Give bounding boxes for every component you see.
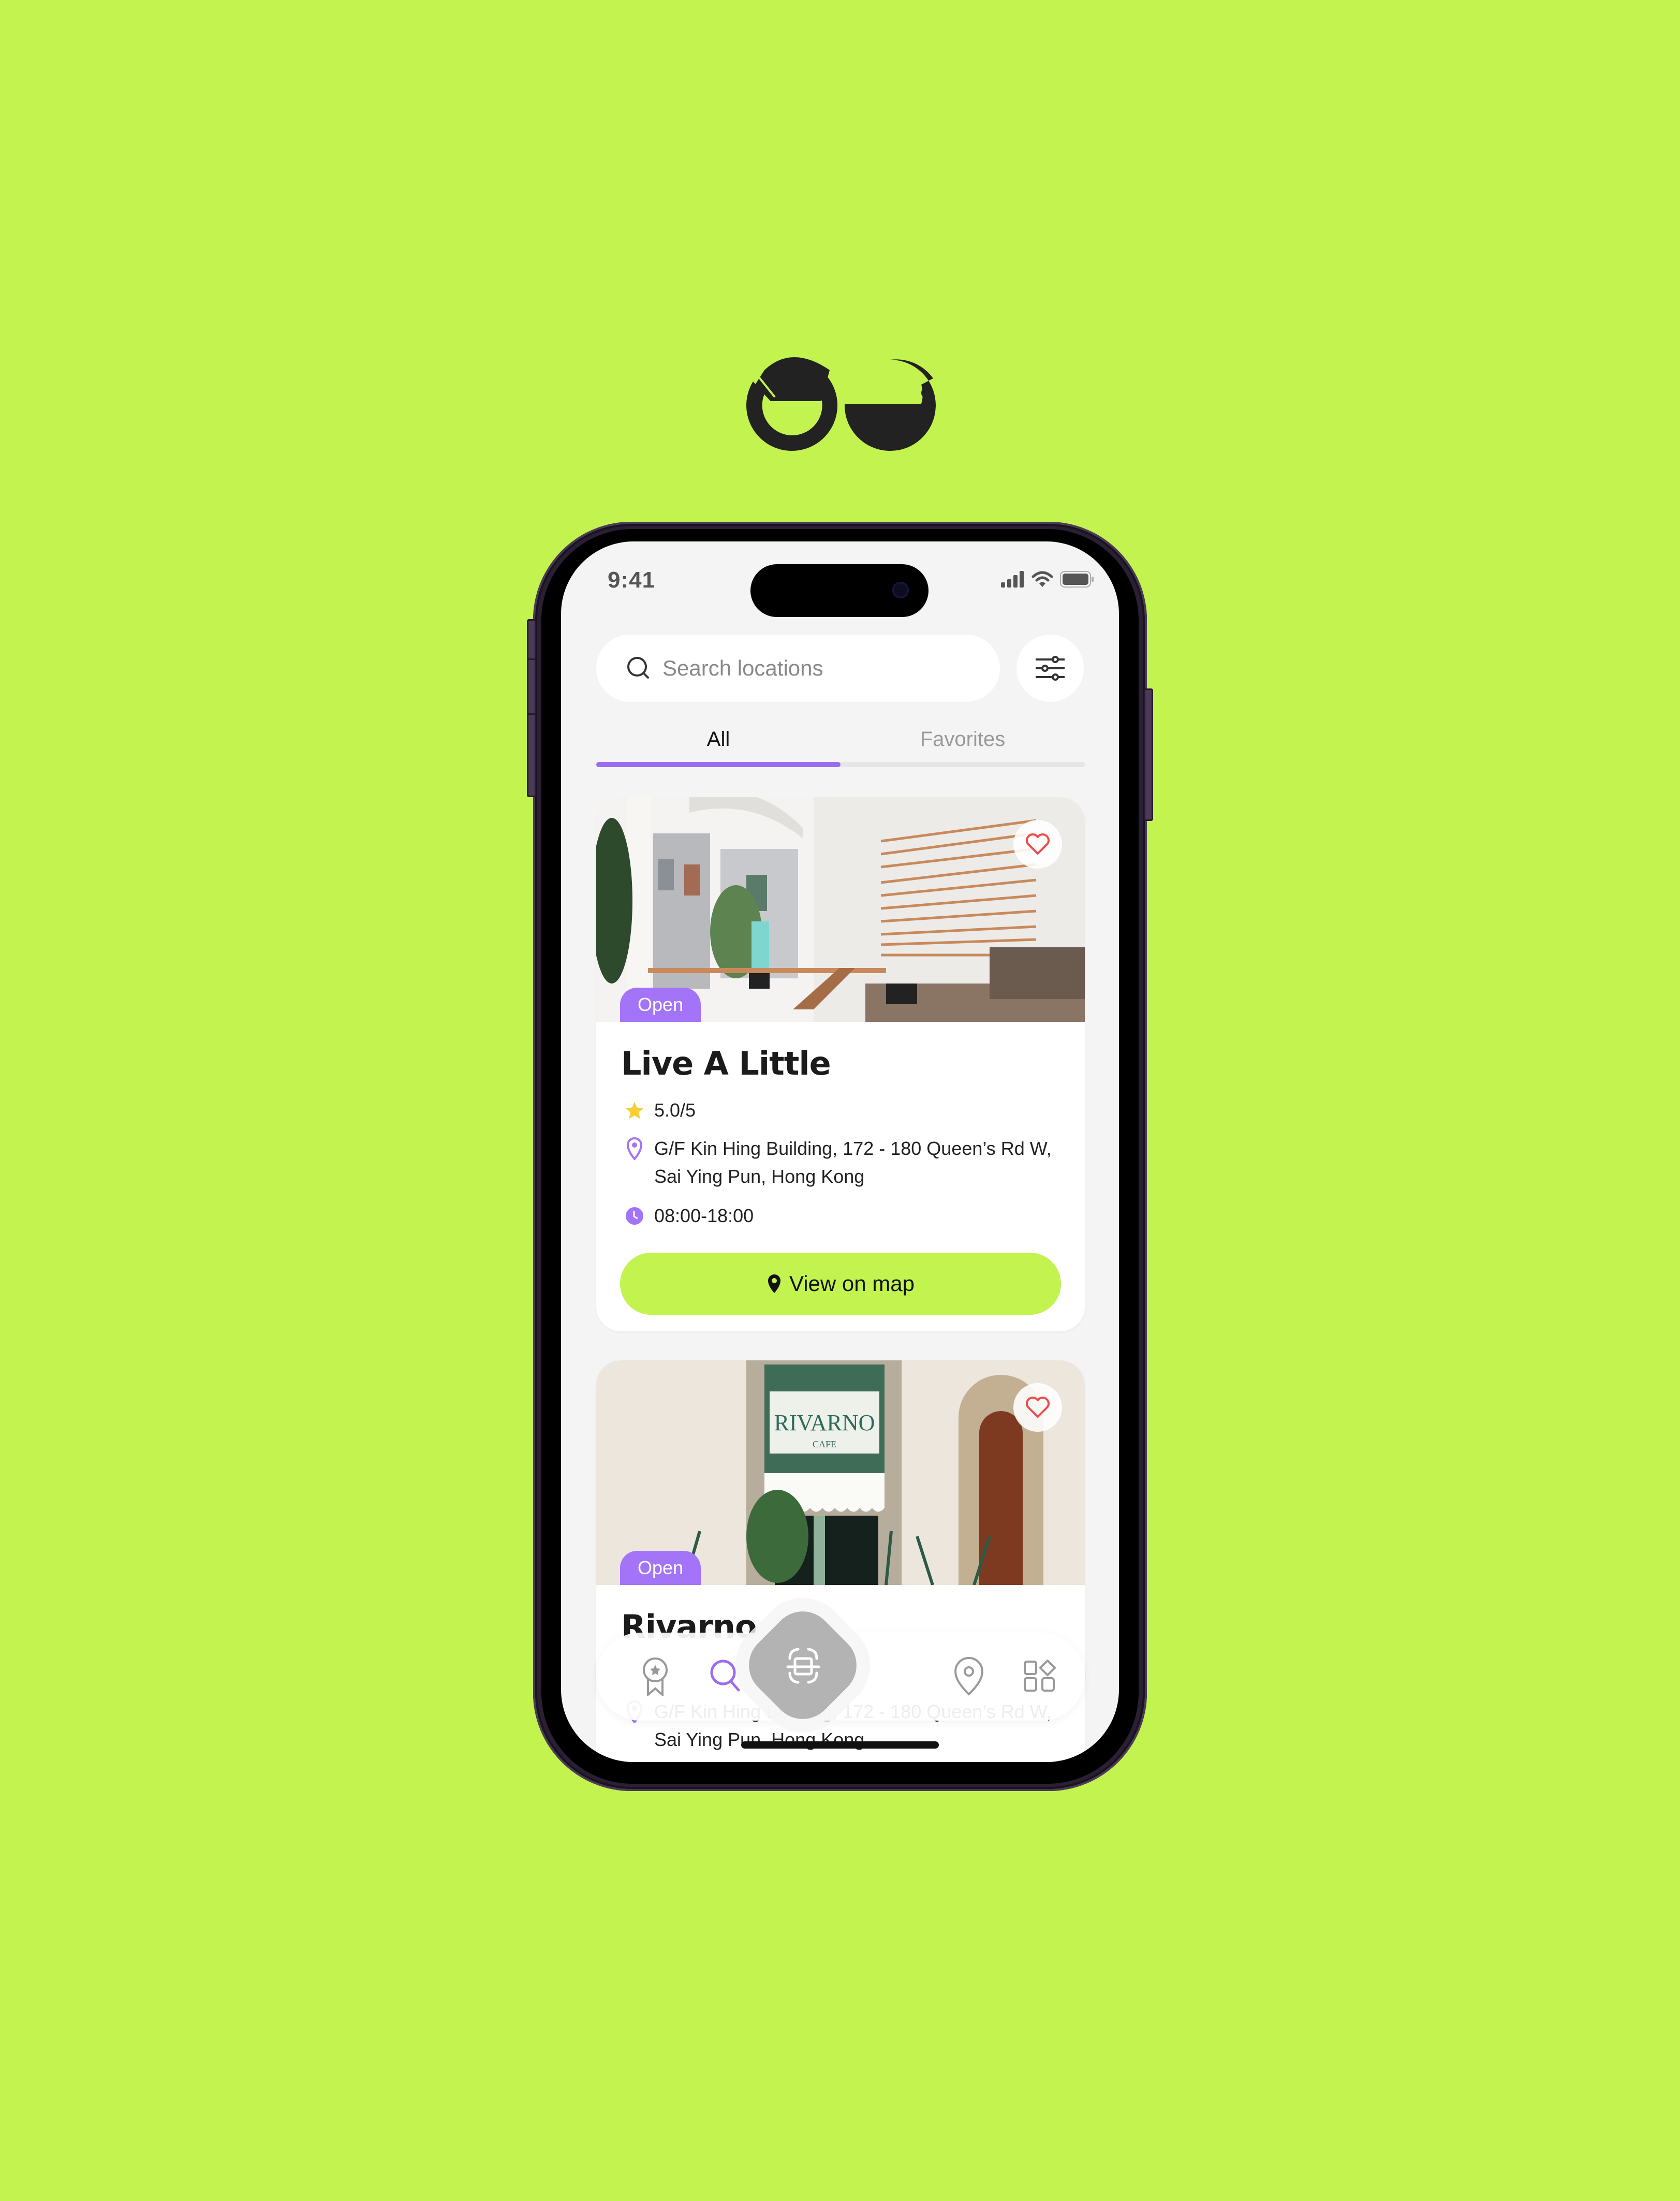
nav-map[interactable] — [948, 1655, 990, 1697]
tab-bar: All Favorites — [596, 728, 1085, 774]
battery-icon — [1060, 571, 1094, 588]
search-placeholder: Search locations — [662, 656, 823, 680]
rivarno-sign-sub: CAFE — [813, 1439, 836, 1449]
favorite-button[interactable] — [1013, 1383, 1062, 1432]
status-time: 9:41 — [608, 567, 656, 593]
status-badge: Open — [620, 1551, 701, 1585]
clock-icon — [626, 1207, 643, 1225]
star-icon — [625, 1102, 644, 1119]
camera-icon — [892, 582, 909, 598]
tab-indicator — [596, 762, 841, 767]
brand-logo — [746, 357, 936, 451]
cafe-card[interactable]: Open Live A Little 5.0/5 G/F Kin Hing Bu… — [596, 797, 1085, 1331]
location-pin-icon — [626, 1137, 643, 1160]
status-badge: Open — [620, 988, 701, 1022]
status-icons — [1001, 570, 1094, 588]
signal-icon — [1001, 571, 1024, 588]
map-pin-icon — [954, 1656, 984, 1696]
award-ribbon-icon — [643, 1657, 668, 1696]
cafe-address: G/F Kin Hing Building, 172 - 180 Queen’s… — [654, 1138, 1052, 1187]
wifi-icon — [1031, 571, 1053, 587]
view-on-map-label: View on map — [789, 1271, 915, 1296]
app-screen: 9:41 Search locations All Favorites Open… — [561, 541, 1119, 1762]
filter-button[interactable] — [1016, 635, 1084, 702]
rating-value: 5.0/5 — [654, 1099, 696, 1121]
map-pin-icon — [768, 1274, 780, 1293]
tab-all[interactable]: All — [596, 728, 841, 751]
scan-button-icon[interactable] — [777, 1640, 829, 1692]
search-input[interactable]: Search locations — [596, 635, 1000, 702]
rating-row: 5.0/5 — [624, 1096, 696, 1124]
tab-favorites[interactable]: Favorites — [841, 728, 1085, 751]
rivarno-sign: RIVARNO — [774, 1410, 875, 1435]
scan-icon — [786, 1648, 820, 1684]
nav-rewards[interactable] — [635, 1655, 676, 1697]
dynamic-island — [750, 564, 929, 617]
cafe-hours: 08:00-18:00 — [654, 1205, 754, 1226]
heart-icon — [1026, 1397, 1050, 1418]
nav-more[interactable] — [1019, 1655, 1060, 1697]
sliders-icon — [1036, 656, 1065, 681]
home-indicator[interactable] — [741, 1741, 939, 1749]
phone-power-button — [1144, 688, 1153, 821]
favorite-button[interactable] — [1013, 820, 1062, 869]
hours-row: 08:00-18:00 — [624, 1202, 754, 1230]
address-row: G/F Kin Hing Building, 172 - 180 Queen’s… — [624, 1135, 1059, 1191]
nav-search[interactable] — [705, 1655, 746, 1697]
search-icon — [627, 657, 649, 679]
cafe-name: Live A Little — [621, 1045, 831, 1082]
view-on-map-button[interactable]: View on map — [620, 1253, 1061, 1315]
phone-volume-down-button — [527, 713, 536, 797]
heart-icon — [1026, 833, 1050, 855]
tab-indicator-track — [596, 762, 1085, 767]
phone-action-button — [527, 619, 536, 664]
apps-grid-icon — [1024, 1660, 1056, 1692]
search-icon — [710, 1660, 740, 1692]
